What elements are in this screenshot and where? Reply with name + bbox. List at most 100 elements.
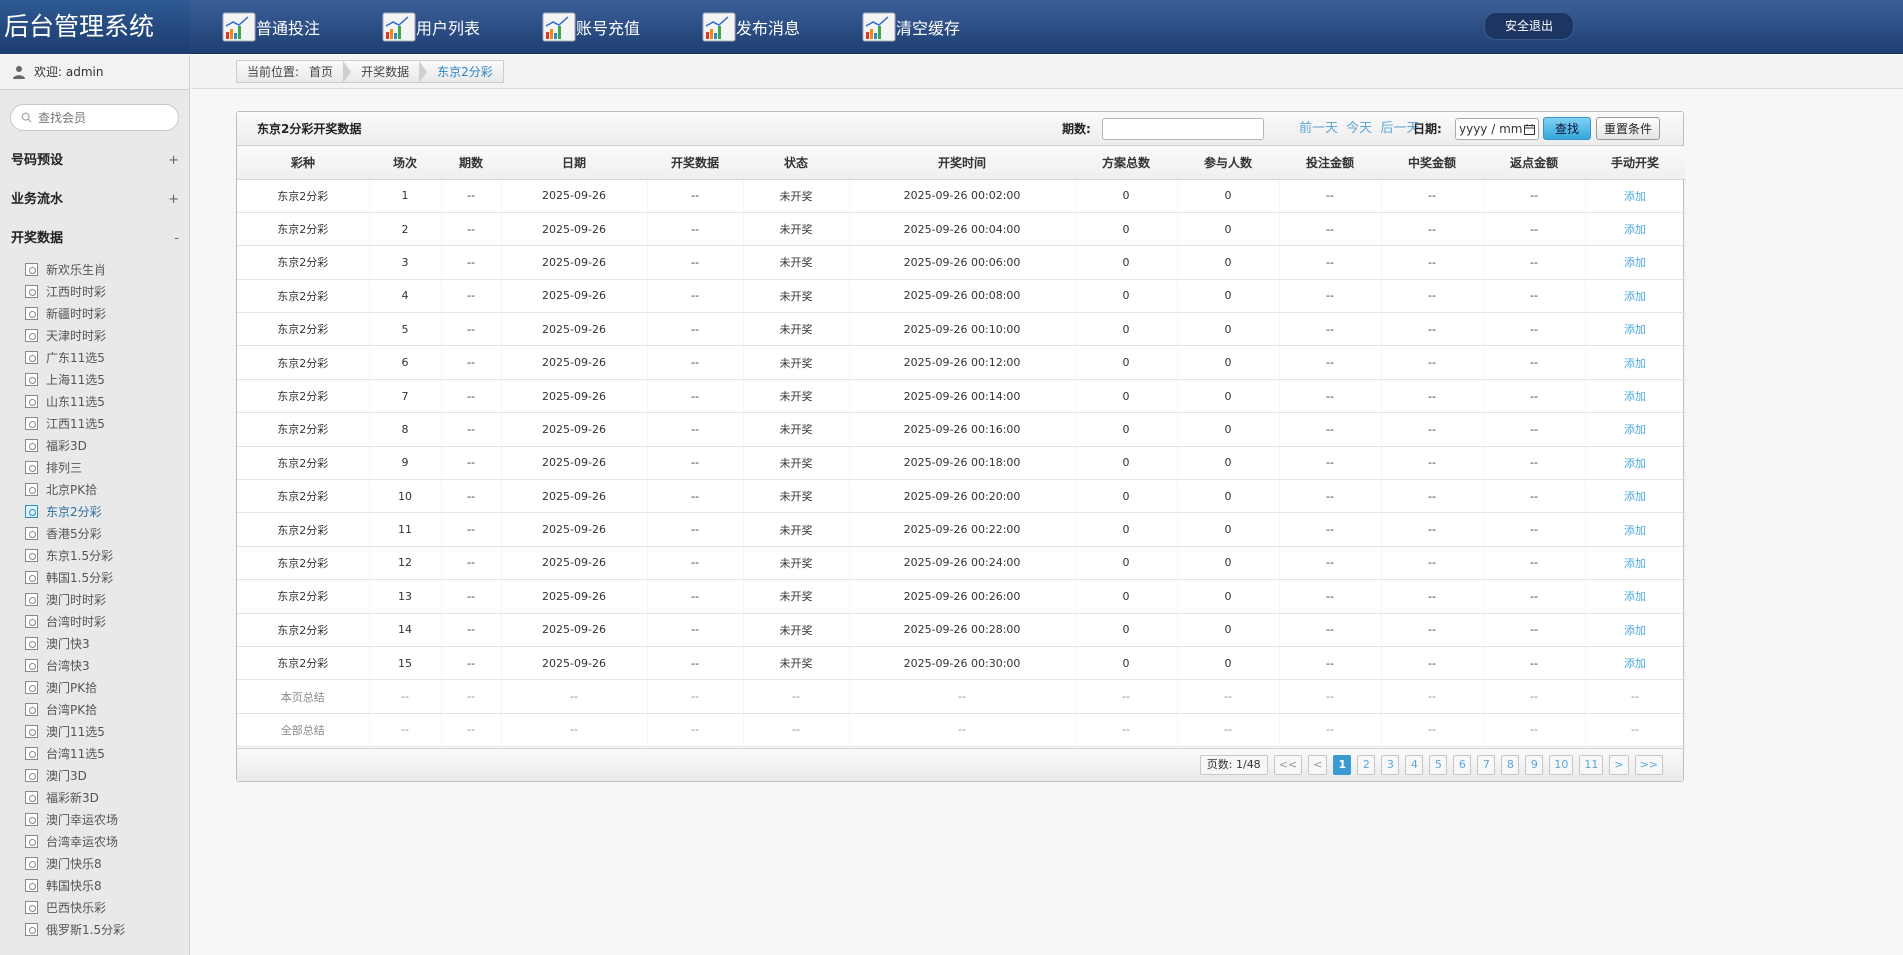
- page-number-button[interactable]: 6: [1453, 755, 1472, 775]
- breadcrumb-section[interactable]: 开奖数据: [351, 63, 419, 80]
- sidebar-item[interactable]: 山东11选5: [0, 390, 189, 412]
- page-number-button[interactable]: 8: [1501, 755, 1520, 775]
- sidebar-item[interactable]: 澳门时时彩: [0, 588, 189, 610]
- sidebar-item[interactable]: 排列三: [0, 456, 189, 478]
- date-input[interactable]: yyyy / mm: [1455, 118, 1539, 140]
- sidebar-item[interactable]: 新疆时时彩: [0, 302, 189, 324]
- sidebar-item[interactable]: 澳门幸运农场: [0, 808, 189, 830]
- issue-input[interactable]: [1102, 118, 1264, 140]
- manual-draw-add-link[interactable]: 添加: [1585, 613, 1686, 647]
- table-cell: --: [441, 646, 502, 681]
- sidebar-item[interactable]: 韩国1.5分彩: [0, 566, 189, 588]
- table-cell: --: [441, 412, 502, 447]
- sidebar-item[interactable]: 江西时时彩: [0, 280, 189, 302]
- sidebar-item[interactable]: 福彩3D: [0, 434, 189, 456]
- sidebar-item[interactable]: 广东11选5: [0, 346, 189, 368]
- top-nav-item[interactable]: 发布消息: [702, 9, 862, 45]
- manual-draw-add-link[interactable]: 添加: [1585, 379, 1686, 414]
- sidebar-item[interactable]: 澳门11选5: [0, 720, 189, 742]
- next-page-button[interactable]: >: [1609, 755, 1629, 775]
- top-nav-item[interactable]: 普通投注: [222, 9, 382, 45]
- sidebar-item[interactable]: 俄罗斯1.5分彩: [0, 918, 189, 940]
- page-number-button[interactable]: 9: [1525, 755, 1544, 775]
- reset-button[interactable]: 重置条件: [1596, 117, 1660, 140]
- summary-cell: --: [1177, 713, 1280, 748]
- last-page-button[interactable]: >>: [1634, 755, 1663, 775]
- sidebar-item[interactable]: 澳门快3: [0, 632, 189, 654]
- manual-draw-add-link[interactable]: 添加: [1585, 279, 1686, 314]
- manual-draw-add-link[interactable]: 添加: [1585, 312, 1686, 347]
- breadcrumb-home[interactable]: 首页: [309, 63, 343, 80]
- sidebar-group[interactable]: 号码预设 +: [0, 141, 189, 180]
- sidebar-item[interactable]: 天津时时彩: [0, 324, 189, 346]
- manual-draw-add-link[interactable]: 添加: [1585, 212, 1686, 247]
- manual-draw-add-link[interactable]: 添加: [1585, 412, 1686, 447]
- sidebar-group[interactable]: 业务流水 +: [0, 180, 189, 219]
- member-search[interactable]: [10, 104, 179, 131]
- page-number-button[interactable]: 1: [1333, 755, 1352, 775]
- sidebar-item-label: 澳门快3: [46, 636, 90, 651]
- manual-draw-add-link[interactable]: 添加: [1585, 512, 1686, 547]
- page-number-button[interactable]: 5: [1429, 755, 1448, 775]
- table-cell: --: [647, 412, 744, 447]
- sidebar-item[interactable]: 上海11选5: [0, 368, 189, 390]
- page-number-button[interactable]: 3: [1381, 755, 1400, 775]
- top-nav-item[interactable]: 清空缓存: [862, 9, 1022, 45]
- logout-button[interactable]: 安全退出: [1484, 12, 1574, 40]
- manual-draw-add-link[interactable]: 添加: [1585, 579, 1686, 614]
- sidebar-item[interactable]: 台湾幸运农场: [0, 830, 189, 852]
- page-number-button[interactable]: 4: [1405, 755, 1424, 775]
- sidebar-item[interactable]: 澳门PK拾: [0, 676, 189, 698]
- today-link[interactable]: 今天: [1346, 121, 1372, 136]
- sidebar-item[interactable]: 江西11选5: [0, 412, 189, 434]
- table-cell: 东京2分彩: [237, 512, 370, 547]
- member-search-input[interactable]: [38, 110, 178, 125]
- sidebar-item[interactable]: 台湾PK拾: [0, 698, 189, 720]
- page-number-button[interactable]: 2: [1357, 755, 1376, 775]
- calendar-icon[interactable]: [1524, 123, 1535, 135]
- prev-day-link[interactable]: 前一天: [1299, 121, 1338, 136]
- manual-draw-add-link[interactable]: 添加: [1585, 479, 1686, 514]
- page-number-button[interactable]: 10: [1549, 755, 1574, 775]
- page-number-button[interactable]: 7: [1477, 755, 1496, 775]
- sidebar-item[interactable]: 台湾11选5: [0, 742, 189, 764]
- search-button[interactable]: 查找: [1543, 117, 1591, 140]
- prev-page-button[interactable]: <: [1308, 755, 1328, 775]
- manual-draw-add-link[interactable]: 添加: [1585, 345, 1686, 380]
- table-cell: --: [647, 312, 744, 347]
- sidebar-item[interactable]: 澳门快乐8: [0, 852, 189, 874]
- page-number-button[interactable]: 11: [1579, 755, 1604, 775]
- manual-draw-add-link[interactable]: 添加: [1585, 446, 1686, 481]
- table-cell: --: [1381, 479, 1484, 514]
- lottery-icon: [25, 526, 38, 540]
- lottery-icon: [25, 834, 38, 848]
- sidebar-item[interactable]: 巴西快乐彩: [0, 896, 189, 918]
- sidebar-group[interactable]: 开奖数据 -: [0, 219, 189, 258]
- summary-cell: --: [1585, 679, 1686, 714]
- sidebar-item[interactable]: 北京PK拾: [0, 478, 189, 500]
- table-cell: 2025-09-26: [501, 546, 648, 581]
- sidebar-item[interactable]: 东京1.5分彩: [0, 544, 189, 566]
- sidebar-item[interactable]: 韩国快乐8: [0, 874, 189, 896]
- manual-draw-add-link[interactable]: 添加: [1585, 646, 1686, 681]
- table-row: 东京2分彩 10 -- 2025-09-26 -- 未开奖 2025-09-26 00:20…: [237, 479, 1686, 514]
- top-nav-label: 账号充值: [576, 19, 641, 38]
- sidebar-item-label: 澳门3D: [46, 768, 87, 783]
- manual-draw-add-link[interactable]: 添加: [1585, 245, 1686, 280]
- manual-draw-add-link[interactable]: 添加: [1585, 179, 1686, 213]
- table-cell: --: [1483, 245, 1586, 280]
- lottery-icon: [25, 636, 38, 650]
- top-nav-item[interactable]: 账号充值: [542, 9, 702, 45]
- first-page-button[interactable]: <<: [1273, 755, 1303, 775]
- sidebar-item[interactable]: 福彩新3D: [0, 786, 189, 808]
- sidebar-item[interactable]: 香港5分彩: [0, 522, 189, 544]
- sidebar-item-label: 香港5分彩: [46, 526, 102, 541]
- sidebar-item[interactable]: 台湾时时彩: [0, 610, 189, 632]
- manual-draw-add-link[interactable]: 添加: [1585, 546, 1686, 581]
- sidebar-item[interactable]: 新欢乐生肖: [0, 258, 189, 280]
- sidebar-item[interactable]: 台湾快3: [0, 654, 189, 676]
- sidebar-item[interactable]: 东京2分彩: [0, 500, 189, 522]
- lottery-icon: [25, 460, 38, 474]
- sidebar-item[interactable]: 澳门3D: [0, 764, 189, 786]
- top-nav-item[interactable]: 用户列表: [382, 9, 542, 45]
